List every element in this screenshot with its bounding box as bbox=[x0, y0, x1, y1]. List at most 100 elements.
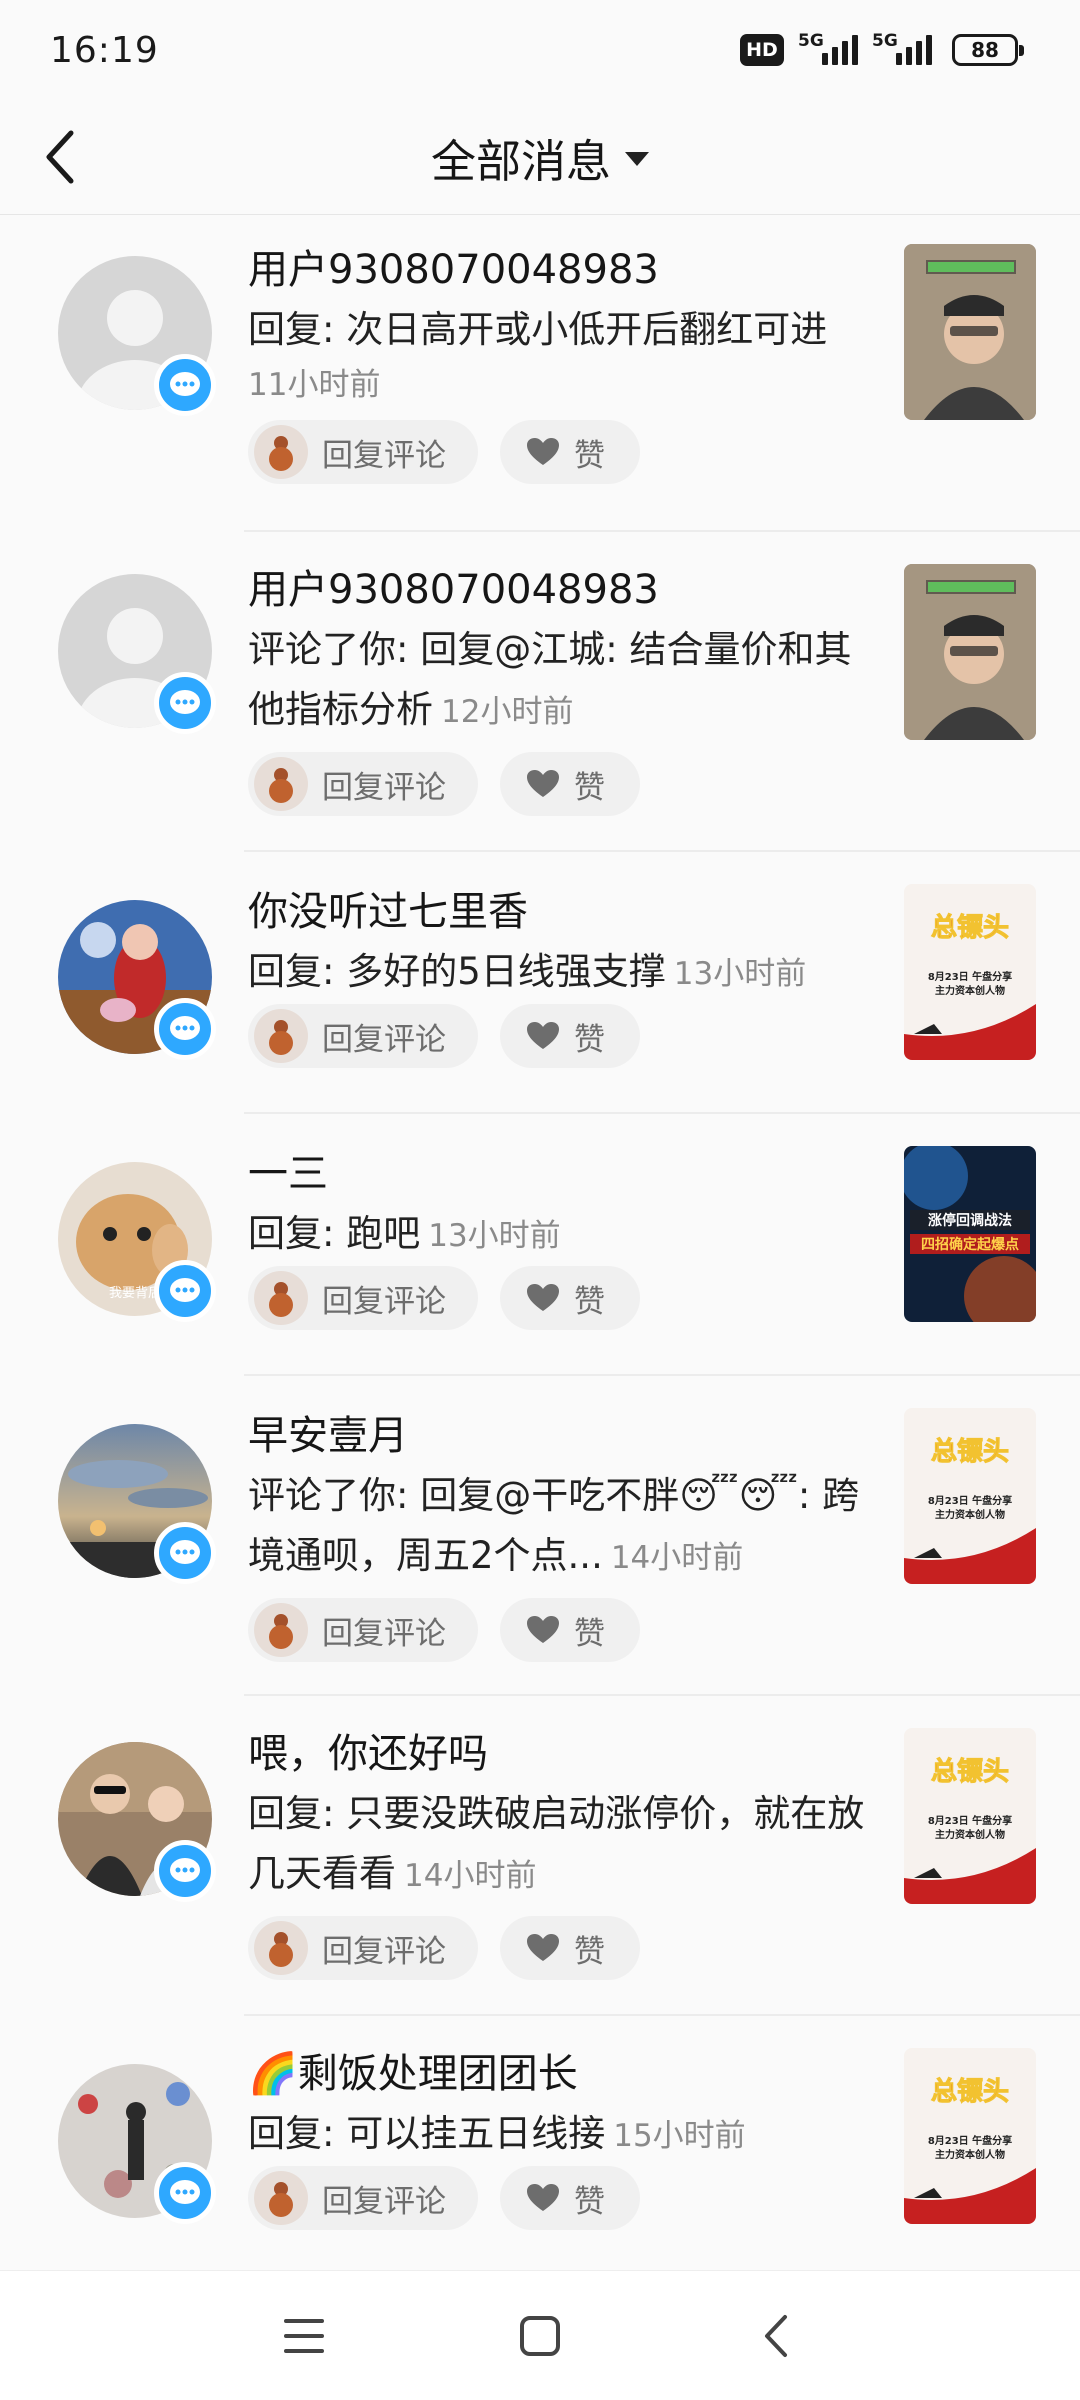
poster-line1: 8月23日 午盘分享 bbox=[928, 1494, 1012, 1507]
list-item[interactable]: 早安壹月 评论了你: 回复@干吃不胖😴😴: 跨境通呗，周五2个点... 14小时前… bbox=[0, 1380, 1080, 1700]
like-label: 赞 bbox=[574, 1615, 605, 1652]
user-name[interactable]: 用户9308070048983 bbox=[248, 242, 868, 298]
reply-label: 回复评论 bbox=[322, 1283, 446, 1320]
system-back-button[interactable] bbox=[746, 2306, 806, 2366]
heart-icon bbox=[527, 1934, 559, 1961]
avatar[interactable] bbox=[58, 574, 216, 734]
user-name[interactable]: 喂，你还好吗 bbox=[248, 1726, 868, 1782]
message-time: 11小时前 bbox=[248, 367, 381, 403]
like-button[interactable]: 赞 bbox=[500, 1598, 640, 1662]
network-label: 5G bbox=[872, 31, 898, 51]
like-button[interactable]: 赞 bbox=[500, 2166, 640, 2230]
avatar[interactable] bbox=[58, 1424, 216, 1584]
home-button[interactable] bbox=[510, 2306, 570, 2366]
list-item[interactable]: 🌈剩饭处理团团长 回复: 可以挂五日线接 15小时前 回复评论 赞 总镖头 8月2… bbox=[0, 2020, 1080, 2282]
list-item[interactable]: 你没听过七里香 回复: 多好的5日线强支撑 13小时前 回复评论 赞 总镖头 8月… bbox=[0, 856, 1080, 1118]
user-name[interactable]: 一三 bbox=[248, 1146, 868, 1202]
heart-icon bbox=[527, 438, 559, 465]
video-thumbnail[interactable] bbox=[904, 564, 1036, 740]
message-text: 评论了你: 回复@干吃不胖😴😴: 跨境通呗，周五2个点... 14小时前 bbox=[248, 1474, 860, 1577]
poster-line2: 主力资本创人物 bbox=[935, 1508, 1005, 1521]
poster-line1: 8月23日 午盘分享 bbox=[928, 970, 1012, 983]
like-button[interactable]: 赞 bbox=[500, 420, 640, 484]
thumb-title-line1: 涨停回调战法 bbox=[928, 1212, 1012, 1229]
reply-label: 回复评论 bbox=[322, 437, 446, 474]
avatar[interactable] bbox=[58, 2064, 216, 2224]
message-text: 回复: 可以挂五日线接 15小时前 bbox=[248, 2112, 746, 2155]
like-label: 赞 bbox=[574, 769, 605, 806]
back-button[interactable] bbox=[30, 122, 90, 192]
gourd-icon bbox=[254, 2171, 308, 2225]
user-name[interactable]: 用户9308070048983 bbox=[248, 562, 868, 618]
comment-badge-icon bbox=[154, 2162, 216, 2224]
comment-badge-icon bbox=[154, 1840, 216, 1902]
caret-down-icon bbox=[625, 152, 649, 166]
poster-line1: 8月23日 午盘分享 bbox=[928, 1814, 1012, 1827]
list-item[interactable]: 用户9308070048983 回复: 次日高开或小低开后翻红可进 11小时前 … bbox=[0, 216, 1080, 536]
comment-badge-icon bbox=[154, 998, 216, 1060]
like-button[interactable]: 赞 bbox=[500, 752, 640, 816]
reply-label: 回复评论 bbox=[322, 769, 446, 806]
like-label: 赞 bbox=[574, 1283, 605, 1320]
reply-comment-button[interactable]: 回复评论 bbox=[248, 752, 478, 816]
like-button[interactable]: 赞 bbox=[500, 1004, 640, 1068]
avatar[interactable]: 我要背后 bbox=[58, 1162, 216, 1322]
message-text: 回复: 次日高开或小低开后翻红可进 bbox=[248, 308, 828, 351]
gourd-icon bbox=[254, 1603, 308, 1657]
like-label: 赞 bbox=[574, 437, 605, 474]
reply-label: 回复评论 bbox=[322, 1933, 446, 1970]
message-time: 14小时前 bbox=[610, 1540, 744, 1576]
video-thumbnail[interactable] bbox=[904, 244, 1036, 420]
gourd-icon bbox=[254, 1009, 308, 1063]
list-item[interactable]: 用户9308070048983 评论了你: 回复@江城: 结合量价和其他指标分析… bbox=[0, 536, 1080, 856]
message-time: 12小时前 bbox=[441, 694, 574, 730]
message-text: 回复: 多好的5日线强支撑 13小时前 bbox=[248, 950, 807, 993]
status-bar: 16:19 HD 5G 5G 88 bbox=[0, 0, 1080, 100]
reply-comment-button[interactable]: 回复评论 bbox=[248, 420, 478, 484]
heart-icon bbox=[527, 1616, 559, 1643]
user-name[interactable]: 你没听过七里香 bbox=[248, 884, 868, 940]
like-button[interactable]: 赞 bbox=[500, 1266, 640, 1330]
avatar[interactable] bbox=[58, 900, 216, 1060]
video-thumbnail[interactable]: 总镖头 8月23日 午盘分享 主力资本创人物 bbox=[904, 1728, 1036, 1904]
video-thumbnail[interactable]: 总镖头 8月23日 午盘分享 主力资本创人物 bbox=[904, 2048, 1036, 2224]
message-time: 13小时前 bbox=[428, 1218, 561, 1254]
like-label: 赞 bbox=[574, 1021, 605, 1058]
heart-icon bbox=[527, 1022, 559, 1049]
avatar[interactable] bbox=[58, 1742, 216, 1902]
video-thumbnail[interactable]: 涨停回调战法 四招确定起爆点 bbox=[904, 1146, 1036, 1322]
poster-line2: 主力资本创人物 bbox=[935, 984, 1005, 997]
reply-comment-button[interactable]: 回复评论 bbox=[248, 2166, 478, 2230]
network-label: 5G bbox=[798, 31, 824, 51]
reply-comment-button[interactable]: 回复评论 bbox=[248, 1916, 478, 1980]
message-text: 评论了你: 回复@江城: 结合量价和其他指标分析 12小时前 bbox=[248, 628, 852, 731]
reply-comment-button[interactable]: 回复评论 bbox=[248, 1004, 478, 1068]
poster-title: 总镖头 bbox=[931, 1436, 1009, 1467]
video-thumbnail[interactable]: 总镖头 8月23日 午盘分享 主力资本创人物 bbox=[904, 884, 1036, 1060]
status-icons: HD 5G 5G 88 bbox=[740, 31, 1024, 66]
message-filter-dropdown[interactable]: 全部消息 bbox=[431, 125, 649, 190]
gourd-icon bbox=[254, 425, 308, 479]
poster-title: 总镖头 bbox=[931, 2076, 1009, 2107]
app-header: 全部消息 bbox=[0, 100, 1080, 215]
menu-button[interactable] bbox=[274, 2306, 334, 2366]
user-name[interactable]: 早安壹月 bbox=[248, 1408, 868, 1464]
user-name[interactable]: 🌈剩饭处理团团长 bbox=[248, 2046, 868, 2102]
like-button[interactable]: 赞 bbox=[500, 1916, 640, 1980]
list-item[interactable]: 喂，你还好吗 回复: 只要没跌破启动涨停价，就在放几天看看 14小时前 回复评论 … bbox=[0, 1700, 1080, 2020]
reply-comment-button[interactable]: 回复评论 bbox=[248, 1598, 478, 1662]
thumb-title-line2: 四招确定起爆点 bbox=[921, 1236, 1019, 1253]
poster-title: 总镖头 bbox=[931, 912, 1009, 943]
reply-comment-button[interactable]: 回复评论 bbox=[248, 1266, 478, 1330]
status-time: 16:19 bbox=[50, 29, 159, 71]
message-time: 15小时前 bbox=[613, 2118, 746, 2154]
avatar[interactable] bbox=[58, 256, 216, 416]
reply-label: 回复评论 bbox=[322, 1615, 446, 1652]
list-item[interactable]: 我要背后 一三 回复: 跑吧 13小时前 回复评论 赞 涨停回调战法 四招确定起… bbox=[0, 1118, 1080, 1380]
message-text: 回复: 只要没跌破启动涨停价，就在放几天看看 14小时前 bbox=[248, 1792, 865, 1895]
home-square-icon bbox=[520, 2316, 560, 2356]
signal-icon: 5G bbox=[872, 31, 932, 65]
video-thumbnail[interactable]: 总镖头 8月23日 午盘分享 主力资本创人物 bbox=[904, 1408, 1036, 1584]
like-label: 赞 bbox=[574, 1933, 605, 1970]
message-text: 回复: 跑吧 13小时前 bbox=[248, 1212, 561, 1255]
